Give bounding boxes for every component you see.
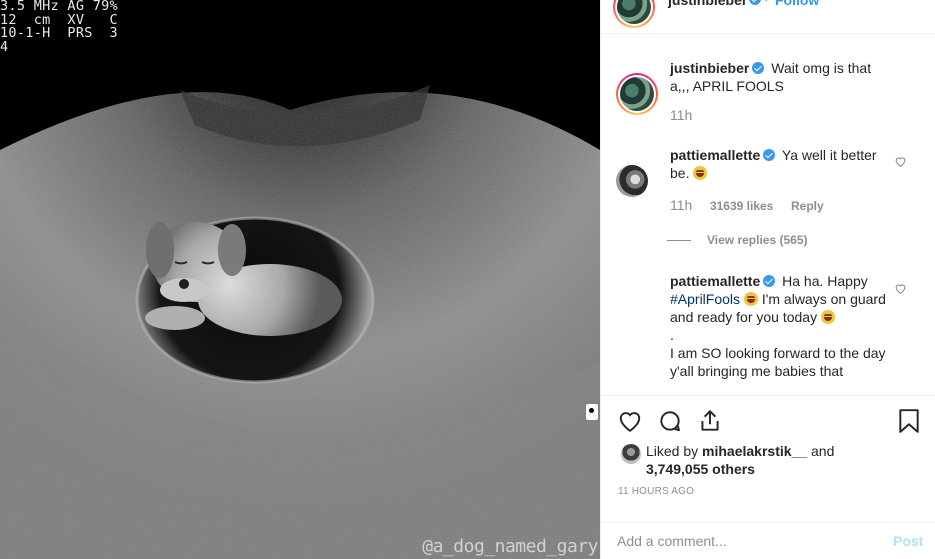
comment-text: I am SO looking forward to the day y'all… — [670, 345, 886, 379]
yum-emoji-icon — [821, 310, 835, 324]
reply-button[interactable]: Reply — [791, 199, 824, 213]
ultrasound-readout: 3.5 MHz AG 79% 12 cm XV C 10-1-H PRS 3 4 — [0, 0, 118, 55]
comments-list[interactable]: justinbieber Wait omg is that a,,, APRIL… — [601, 35, 935, 395]
smirk-emoji-icon — [743, 292, 758, 306]
comment-time[interactable]: 11h — [670, 197, 692, 213]
replies-divider — [667, 240, 691, 242]
author-username[interactable]: justinbieber — [668, 0, 747, 8]
liker-username[interactable]: mihaelakrstik__ — [702, 443, 807, 459]
comment-body: pattiemallette Ya well it better be. — [670, 146, 888, 182]
like-comment-heart-icon[interactable] — [894, 282, 907, 295]
post-timestamp[interactable]: 11 HOURS AGO — [618, 486, 694, 497]
likes-and: and — [811, 443, 835, 459]
comment-body: pattiemallette Ha ha. Happy #AprilFools … — [670, 272, 888, 380]
liker-avatar[interactable] — [621, 444, 641, 464]
likes-summary: Liked by mihaelakrstik__ and 3,749,055 o… — [646, 442, 834, 478]
likes-count[interactable]: 3,749,055 others — [646, 461, 755, 477]
comment-body: justinbieber Wait omg is that a,,, APRIL… — [670, 59, 888, 95]
view-replies-button[interactable]: View replies (565) — [667, 233, 808, 247]
verified-badge-icon — [763, 149, 776, 161]
post-side-panel: justinbieber • Follow justinbieber Wait … — [600, 0, 935, 559]
separator-dot: • — [764, 0, 769, 6]
verified-badge-icon — [749, 0, 761, 5]
verified-badge-icon — [763, 275, 776, 287]
like-comment-heart-icon[interactable] — [894, 155, 907, 168]
likes-prefix: Liked by — [646, 443, 699, 459]
comment-meta: 11h — [670, 107, 706, 123]
comment-username[interactable]: pattiemallette — [670, 147, 760, 163]
comment-icon[interactable] — [657, 408, 683, 434]
verified-badge-icon — [752, 62, 765, 74]
comment-text: . — [670, 327, 674, 343]
grinning-emoji-icon — [693, 166, 708, 180]
comment-meta: 11h 31639 likes Reply — [670, 197, 838, 213]
commenter-avatar[interactable] — [616, 73, 658, 115]
post-header: justinbieber • Follow — [601, 0, 935, 34]
post-image[interactable]: 3.5 MHz AG 79% 12 cm XV C 10-1-H PRS 3 4… — [0, 0, 600, 559]
view-replies-label: View replies (565) — [707, 233, 808, 247]
bookmark-icon[interactable] — [898, 408, 920, 434]
probe-marker-icon — [586, 404, 598, 420]
heart-icon[interactable] — [617, 408, 643, 434]
add-comment-input[interactable] — [617, 533, 867, 549]
comment-text: Ha ha. Happy — [782, 273, 868, 289]
author-avatar[interactable] — [613, 0, 655, 28]
comment-username[interactable]: justinbieber — [670, 60, 749, 76]
hashtag-link[interactable]: #AprilFools — [670, 291, 740, 307]
image-watermark: @a_dog_named_gary — [422, 536, 598, 557]
comment-likes[interactable]: 31639 likes — [710, 199, 773, 213]
comment-username[interactable]: pattiemallette — [670, 273, 760, 289]
post-comment-button[interactable]: Post — [893, 533, 923, 549]
commenter-avatar[interactable] — [616, 165, 648, 197]
add-comment-bar: Post — [601, 522, 935, 559]
follow-button[interactable]: Follow — [775, 0, 819, 8]
ultrasound-scan — [0, 85, 600, 559]
comment-time[interactable]: 11h — [670, 107, 692, 123]
post-actions: Liked by mihaelakrstik__ and 3,749,055 o… — [601, 395, 935, 559]
share-icon[interactable] — [697, 408, 723, 434]
